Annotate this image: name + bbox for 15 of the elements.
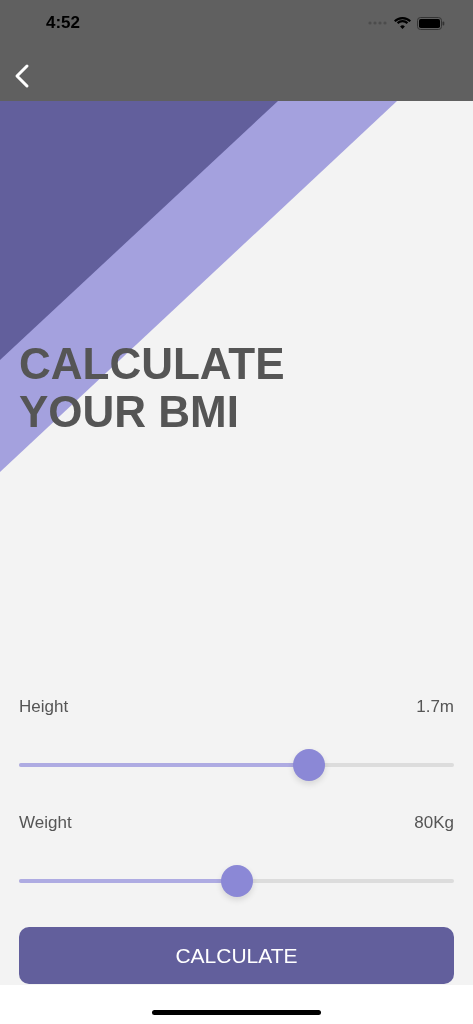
- slider-label: Height: [19, 697, 69, 717]
- wifi-icon: [394, 17, 411, 29]
- slider-thumb[interactable]: [220, 865, 253, 897]
- slider[interactable]: [19, 865, 454, 897]
- back-icon: [14, 62, 30, 89]
- calculate-button[interactable]: CALCULATE: [19, 927, 454, 984]
- slider[interactable]: [19, 749, 454, 781]
- slider-value: 1.7m: [416, 697, 454, 717]
- page-title: CALCULATE YOUR BMI: [19, 340, 286, 436]
- slider-thumb[interactable]: [293, 749, 326, 781]
- slider-value: 80Kg: [414, 813, 454, 833]
- status-time: 4:52: [46, 13, 81, 33]
- slider-label: Weight: [19, 813, 72, 833]
- back-button[interactable]: [14, 62, 30, 89]
- battery-icon: [417, 16, 445, 30]
